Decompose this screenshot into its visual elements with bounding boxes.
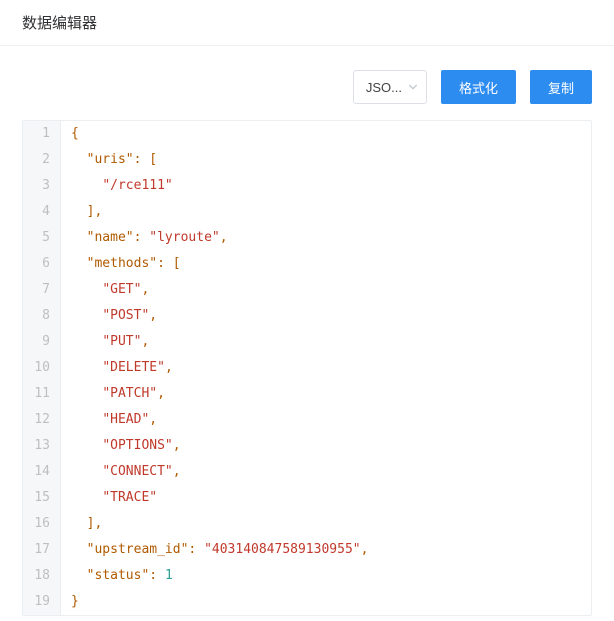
line-content[interactable]: "methods": [ [61, 251, 181, 277]
line-content[interactable]: } [61, 589, 79, 615]
code-line[interactable]: 8 "POST", [23, 303, 591, 329]
copy-button[interactable]: 复制 [530, 70, 592, 104]
line-number: 7 [23, 277, 61, 303]
modal-title: 数据编辑器 [0, 0, 614, 46]
code-line[interactable]: 5 "name": "lyroute", [23, 225, 591, 251]
format-select-value: JSO... [366, 80, 402, 95]
line-content[interactable]: "upstream_id": "403140847589130955", [61, 537, 368, 563]
line-content[interactable]: "DELETE", [61, 355, 173, 381]
data-editor-modal: 数据编辑器 JSO... 格式化 复制 1{2 "uris": [3 "/rce… [0, 0, 614, 616]
code-line[interactable]: 7 "GET", [23, 277, 591, 303]
code-line[interactable]: 2 "uris": [ [23, 147, 591, 173]
line-content[interactable]: "status": 1 [61, 563, 173, 589]
code-line[interactable]: 1{ [23, 121, 591, 147]
line-number: 19 [23, 589, 61, 615]
line-content[interactable]: "HEAD", [61, 407, 157, 433]
line-content[interactable]: "GET", [61, 277, 149, 303]
line-number: 9 [23, 329, 61, 355]
line-number: 2 [23, 147, 61, 173]
code-line[interactable]: 3 "/rce111" [23, 173, 591, 199]
line-content[interactable]: "uris": [ [61, 147, 157, 173]
line-content[interactable]: ], [61, 511, 102, 537]
format-select[interactable]: JSO... [353, 70, 427, 104]
code-line[interactable]: 9 "PUT", [23, 329, 591, 355]
line-number: 6 [23, 251, 61, 277]
code-line[interactable]: 19} [23, 589, 591, 615]
line-content[interactable]: "TRACE" [61, 485, 157, 511]
json-editor[interactable]: 1{2 "uris": [3 "/rce111"4 ],5 "name": "l… [22, 120, 592, 616]
format-button[interactable]: 格式化 [441, 70, 516, 104]
code-line[interactable]: 6 "methods": [ [23, 251, 591, 277]
line-content[interactable]: "CONNECT", [61, 459, 181, 485]
line-content[interactable]: "OPTIONS", [61, 433, 181, 459]
line-number: 16 [23, 511, 61, 537]
line-number: 18 [23, 563, 61, 589]
code-line[interactable]: 11 "PATCH", [23, 381, 591, 407]
line-content[interactable]: { [61, 121, 79, 147]
line-number: 3 [23, 173, 61, 199]
line-content[interactable]: "PATCH", [61, 381, 165, 407]
code-area[interactable]: 1{2 "uris": [3 "/rce111"4 ],5 "name": "l… [23, 121, 591, 615]
line-content[interactable]: "POST", [61, 303, 157, 329]
line-content[interactable]: "/rce111" [61, 173, 173, 199]
line-number: 12 [23, 407, 61, 433]
line-number: 11 [23, 381, 61, 407]
code-line[interactable]: 13 "OPTIONS", [23, 433, 591, 459]
code-line[interactable]: 12 "HEAD", [23, 407, 591, 433]
code-line[interactable]: 14 "CONNECT", [23, 459, 591, 485]
line-content[interactable]: ], [61, 199, 102, 225]
line-number: 5 [23, 225, 61, 251]
code-line[interactable]: 18 "status": 1 [23, 563, 591, 589]
line-number: 1 [23, 121, 61, 147]
code-line[interactable]: 10 "DELETE", [23, 355, 591, 381]
line-content[interactable]: "name": "lyroute", [61, 225, 228, 251]
line-number: 17 [23, 537, 61, 563]
line-number: 4 [23, 199, 61, 225]
code-line[interactable]: 16 ], [23, 511, 591, 537]
editor-toolbar: JSO... 格式化 复制 [0, 46, 614, 120]
line-number: 10 [23, 355, 61, 381]
line-number: 15 [23, 485, 61, 511]
code-line[interactable]: 15 "TRACE" [23, 485, 591, 511]
code-line[interactable]: 4 ], [23, 199, 591, 225]
code-line[interactable]: 17 "upstream_id": "403140847589130955", [23, 537, 591, 563]
line-number: 8 [23, 303, 61, 329]
line-content[interactable]: "PUT", [61, 329, 149, 355]
line-number: 14 [23, 459, 61, 485]
chevron-down-icon [408, 82, 418, 92]
line-number: 13 [23, 433, 61, 459]
